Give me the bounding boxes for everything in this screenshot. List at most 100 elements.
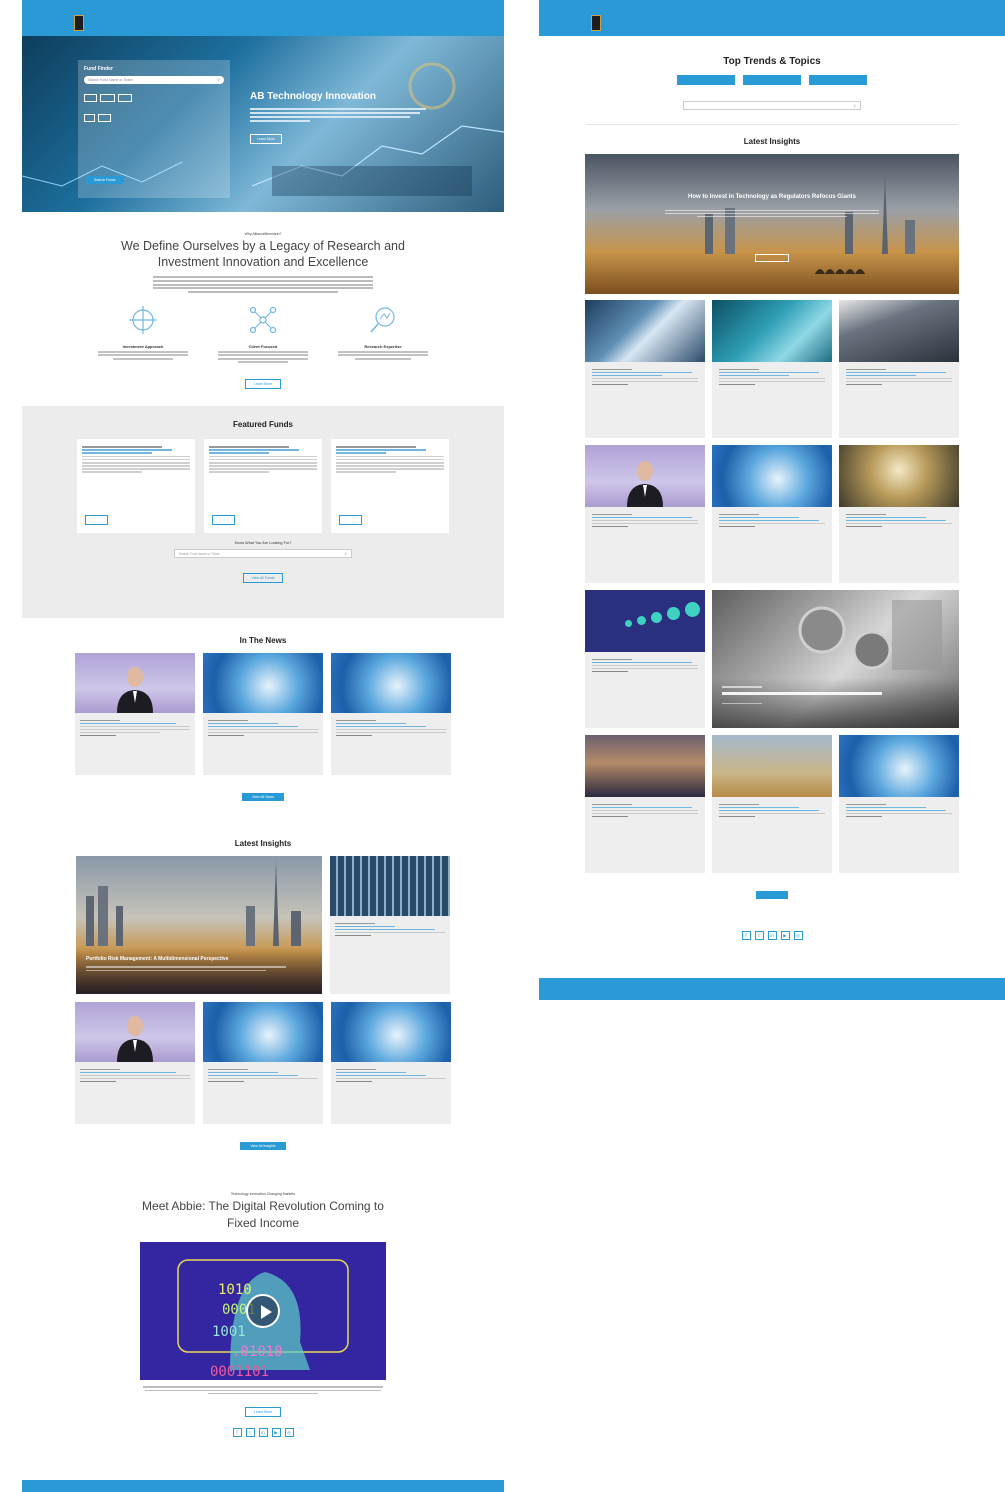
intro-learn-more-button[interactable]: Learn More [245, 379, 281, 390]
logo-mark-icon [591, 15, 601, 31]
news-card-body [331, 713, 451, 743]
filter-chip[interactable] [98, 114, 112, 122]
fund-card-button[interactable] [212, 515, 235, 526]
featured-insight-button[interactable] [755, 254, 789, 262]
insight-card-body [712, 507, 832, 534]
twitter-icon[interactable]: t [245, 1428, 255, 1438]
topic-tag[interactable] [743, 75, 801, 85]
teal-facade-image [712, 300, 832, 362]
youtube-icon[interactable]: ▶ [780, 931, 790, 940]
featured-insight-banner[interactable]: How to Invest in Technology as Regulator… [585, 154, 959, 294]
insight-card[interactable] [203, 1002, 323, 1125]
featured-funds-section: Featured Funds Know What You Are Looking… [22, 406, 504, 619]
fund-search-input[interactable]: Search Fund Name or Ticker ⚲ [174, 549, 352, 559]
wide-insight-card[interactable] [712, 590, 959, 728]
load-more-button[interactable] [755, 891, 789, 899]
site-footer [22, 1480, 504, 1492]
magnifier-icon [370, 307, 395, 333]
dot-shape [625, 620, 632, 627]
insight-card[interactable] [712, 300, 832, 438]
twitter-icon[interactable]: t [754, 931, 764, 940]
filter-chip[interactable] [84, 114, 96, 122]
feature-title: Investment Approach [122, 344, 164, 350]
facebook-icon[interactable]: f [741, 931, 751, 940]
insight-card[interactable] [585, 735, 705, 873]
insight-card[interactable] [712, 445, 832, 583]
hero-description [250, 106, 426, 124]
filter-chip-row [84, 114, 224, 122]
instagram-icon[interactable]: ◎ [793, 931, 803, 940]
linkedin-icon[interactable]: in [258, 1428, 268, 1438]
insight-card-text [592, 368, 698, 385]
insight-card-body [203, 1062, 323, 1089]
insight-card[interactable] [331, 1002, 451, 1125]
insight-card-text [336, 1068, 446, 1083]
linkedin-icon[interactable]: in [767, 931, 777, 940]
site-logo[interactable] [74, 15, 84, 31]
insight-card[interactable] [839, 735, 959, 873]
insight-card[interactable] [75, 1002, 195, 1125]
abbie-video[interactable]: 1010 0001 1001 .01010 0001101 [140, 1242, 386, 1381]
view-all-insights-button[interactable]: View All Insights [240, 1142, 286, 1151]
logo-mark-icon [74, 15, 84, 31]
insight-card-body [839, 507, 959, 534]
facebook-icon[interactable]: f [232, 1428, 242, 1438]
fund-card-button[interactable] [85, 515, 108, 526]
fund-card[interactable] [77, 439, 195, 534]
view-all-news-button[interactable]: View All News [242, 793, 284, 802]
filter-chip[interactable] [100, 94, 115, 102]
abbie-eyebrow: Technology Innovation Changing Markets [230, 1192, 296, 1197]
fund-finder-input[interactable]: Search Fund Name or Ticker ⚲ [84, 76, 224, 84]
insights-heading: Latest Insights [234, 839, 292, 849]
insight-card-body [585, 797, 705, 824]
news-card-text [80, 719, 190, 737]
fund-card[interactable] [331, 439, 449, 534]
fund-card-text [209, 445, 317, 474]
insight-card[interactable] [839, 300, 959, 438]
topic-tag-row [539, 75, 1005, 85]
instagram-icon[interactable]: ◎ [284, 1428, 294, 1438]
featured-insight-card[interactable]: Portfolio Risk Management: A Multidimens… [76, 856, 322, 995]
youtube-icon[interactable]: ▶ [271, 1428, 281, 1438]
site-logo[interactable] [591, 15, 601, 31]
insight-card-text [846, 803, 952, 817]
topic-tag[interactable] [809, 75, 867, 85]
insights-search-input[interactable]: ⚲ [683, 101, 861, 110]
insight-card-body [585, 507, 705, 534]
insight-card[interactable] [585, 590, 705, 728]
feature-text [333, 351, 433, 360]
main-navbar [539, 10, 1005, 36]
feature-text [213, 351, 313, 363]
insight-card[interactable] [585, 445, 705, 583]
feature-list: Investment Approach Client Focused Resea… [93, 305, 433, 364]
hero-learn-more-button[interactable]: Learn More [250, 134, 282, 144]
topic-tag[interactable] [677, 75, 735, 85]
filter-chip[interactable] [117, 94, 132, 102]
insight-card[interactable] [712, 735, 832, 873]
wide-insight-overlay [712, 678, 959, 728]
abbie-learn-more-button[interactable]: Learn More [245, 1407, 281, 1418]
insight-card[interactable] [330, 856, 450, 995]
insight-card[interactable] [839, 445, 959, 583]
fund-card-button[interactable] [339, 515, 362, 526]
filter-chip[interactable] [84, 94, 98, 102]
svg-text:.01010: .01010 [232, 1344, 283, 1360]
divider [586, 124, 958, 125]
insight-card-text [592, 513, 698, 527]
fund-card-text [82, 445, 190, 474]
view-all-funds-button[interactable]: View All Funds [242, 573, 284, 584]
intro-eyebrow: Why AllianceBernstein? [244, 232, 282, 236]
dot-shape [651, 612, 662, 623]
news-card-body [75, 713, 195, 743]
utility-bar [22, 0, 504, 10]
insight-card-body [585, 652, 705, 679]
news-card[interactable] [203, 653, 323, 776]
feature-title: Research Expertise [364, 344, 402, 350]
news-card[interactable] [331, 653, 451, 776]
globe-image [331, 1002, 451, 1063]
fund-finder-search-button[interactable]: Search Funds [86, 176, 124, 184]
insight-card[interactable] [585, 300, 705, 438]
news-card[interactable] [75, 653, 195, 776]
fund-card[interactable] [204, 439, 322, 534]
insight-card-text [719, 803, 825, 817]
